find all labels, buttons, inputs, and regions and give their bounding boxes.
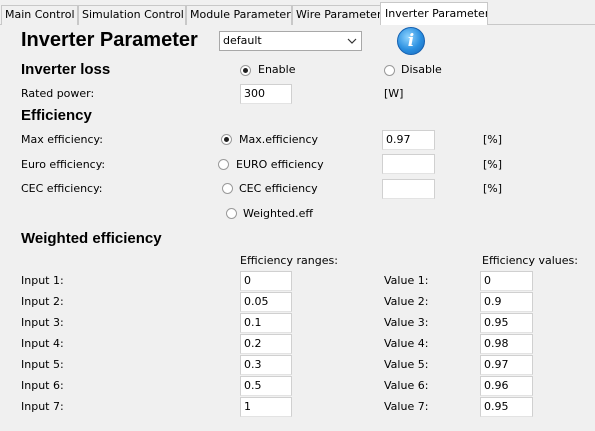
rated-power-input[interactable]: 300	[240, 84, 292, 104]
euro-efficiency-input[interactable]	[382, 154, 435, 174]
input-label: Input 5:	[21, 358, 64, 371]
value-label: Value 1:	[384, 274, 429, 287]
max-efficiency-input[interactable]: 0.97	[382, 130, 435, 150]
value-label: Value 5:	[384, 358, 429, 371]
tab-main-control[interactable]: Main Control	[1, 5, 78, 25]
preset-select-value: default	[223, 34, 262, 47]
input-label: Input 1:	[21, 274, 64, 287]
value-label: Value 2:	[384, 295, 429, 308]
rated-power-unit: [W]	[384, 87, 404, 100]
value-label: Value 4:	[384, 337, 429, 350]
info-icon[interactable]: i	[397, 27, 425, 55]
efficiency-value-input[interactable]: 0.98	[480, 334, 533, 354]
enable-label: Enable	[258, 63, 296, 76]
cec-efficiency-option-label: CEC efficiency	[239, 182, 318, 195]
inverter-loss-heading: Inverter loss	[21, 61, 111, 78]
efficiency-value-input[interactable]: 0.9	[480, 292, 533, 312]
efficiency-value-input[interactable]: 0	[480, 271, 533, 291]
efficiency-range-input[interactable]: 0.05	[240, 292, 292, 312]
cec-efficiency-radio[interactable]	[222, 183, 233, 194]
tab-module-parameter[interactable]: Module Parameter	[186, 5, 292, 25]
efficiency-range-input[interactable]: 0.5	[240, 376, 292, 396]
preset-select[interactable]: default	[219, 31, 362, 51]
input-label: Input 6:	[21, 379, 64, 392]
efficiency-value-input[interactable]: 0.95	[480, 397, 533, 417]
euro-efficiency-option-label: EURO efficiency	[236, 158, 324, 171]
max-efficiency-label: Max efficiency:	[21, 133, 103, 146]
tab-wire-parameter[interactable]: Wire Parameter	[292, 5, 381, 25]
input-label: Input 3:	[21, 316, 64, 329]
weighted-efficiency-heading: Weighted efficiency	[21, 230, 162, 247]
efficiency-value-input[interactable]: 0.96	[480, 376, 533, 396]
chevron-down-icon	[347, 38, 357, 44]
euro-efficiency-label: Euro efficiency:	[21, 158, 106, 171]
euro-efficiency-unit: [%]	[483, 158, 503, 171]
efficiency-value-input[interactable]: 0.97	[480, 355, 533, 375]
value-label: Value 6:	[384, 379, 429, 392]
efficiency-range-input[interactable]: 0.1	[240, 313, 292, 333]
efficiency-ranges-header: Efficiency ranges:	[240, 254, 338, 267]
enable-radio[interactable]	[240, 65, 251, 76]
efficiency-value-input[interactable]: 0.95	[480, 313, 533, 333]
efficiency-range-input[interactable]: 0	[240, 271, 292, 291]
input-label: Input 4:	[21, 337, 64, 350]
cec-efficiency-unit: [%]	[483, 182, 503, 195]
efficiency-values-header: Efficiency values:	[482, 254, 578, 267]
rated-power-label: Rated power:	[21, 87, 95, 100]
disable-label: Disable	[401, 63, 442, 76]
efficiency-range-input[interactable]: 1	[240, 397, 292, 417]
cec-efficiency-label: CEC efficiency:	[21, 182, 103, 195]
value-label: Value 7:	[384, 400, 429, 413]
tab-simulation-control[interactable]: Simulation Control	[78, 5, 186, 25]
max-efficiency-radio[interactable]	[221, 134, 232, 145]
efficiency-heading: Efficiency	[21, 107, 92, 124]
weighted-efficiency-option-label: Weighted.eff	[243, 207, 313, 220]
disable-radio[interactable]	[384, 65, 395, 76]
page-title: Inverter Parameter	[21, 29, 198, 51]
cec-efficiency-input[interactable]	[382, 179, 435, 199]
value-label: Value 3:	[384, 316, 429, 329]
max-efficiency-unit: [%]	[483, 133, 503, 146]
weighted-efficiency-radio[interactable]	[226, 208, 237, 219]
tab-inverter-parameter[interactable]: Inverter Parameter	[380, 2, 488, 25]
efficiency-range-input[interactable]: 0.2	[240, 334, 292, 354]
max-efficiency-option-label: Max.efficiency	[239, 133, 319, 146]
tab-bar: Main Control Simulation Control Module P…	[0, 0, 595, 25]
euro-efficiency-radio[interactable]	[218, 159, 229, 170]
input-label: Input 2:	[21, 295, 64, 308]
inverter-parameter-panel: Inverter Parameter default i Inverter lo…	[0, 25, 595, 431]
efficiency-range-input[interactable]: 0.3	[240, 355, 292, 375]
input-label: Input 7:	[21, 400, 64, 413]
